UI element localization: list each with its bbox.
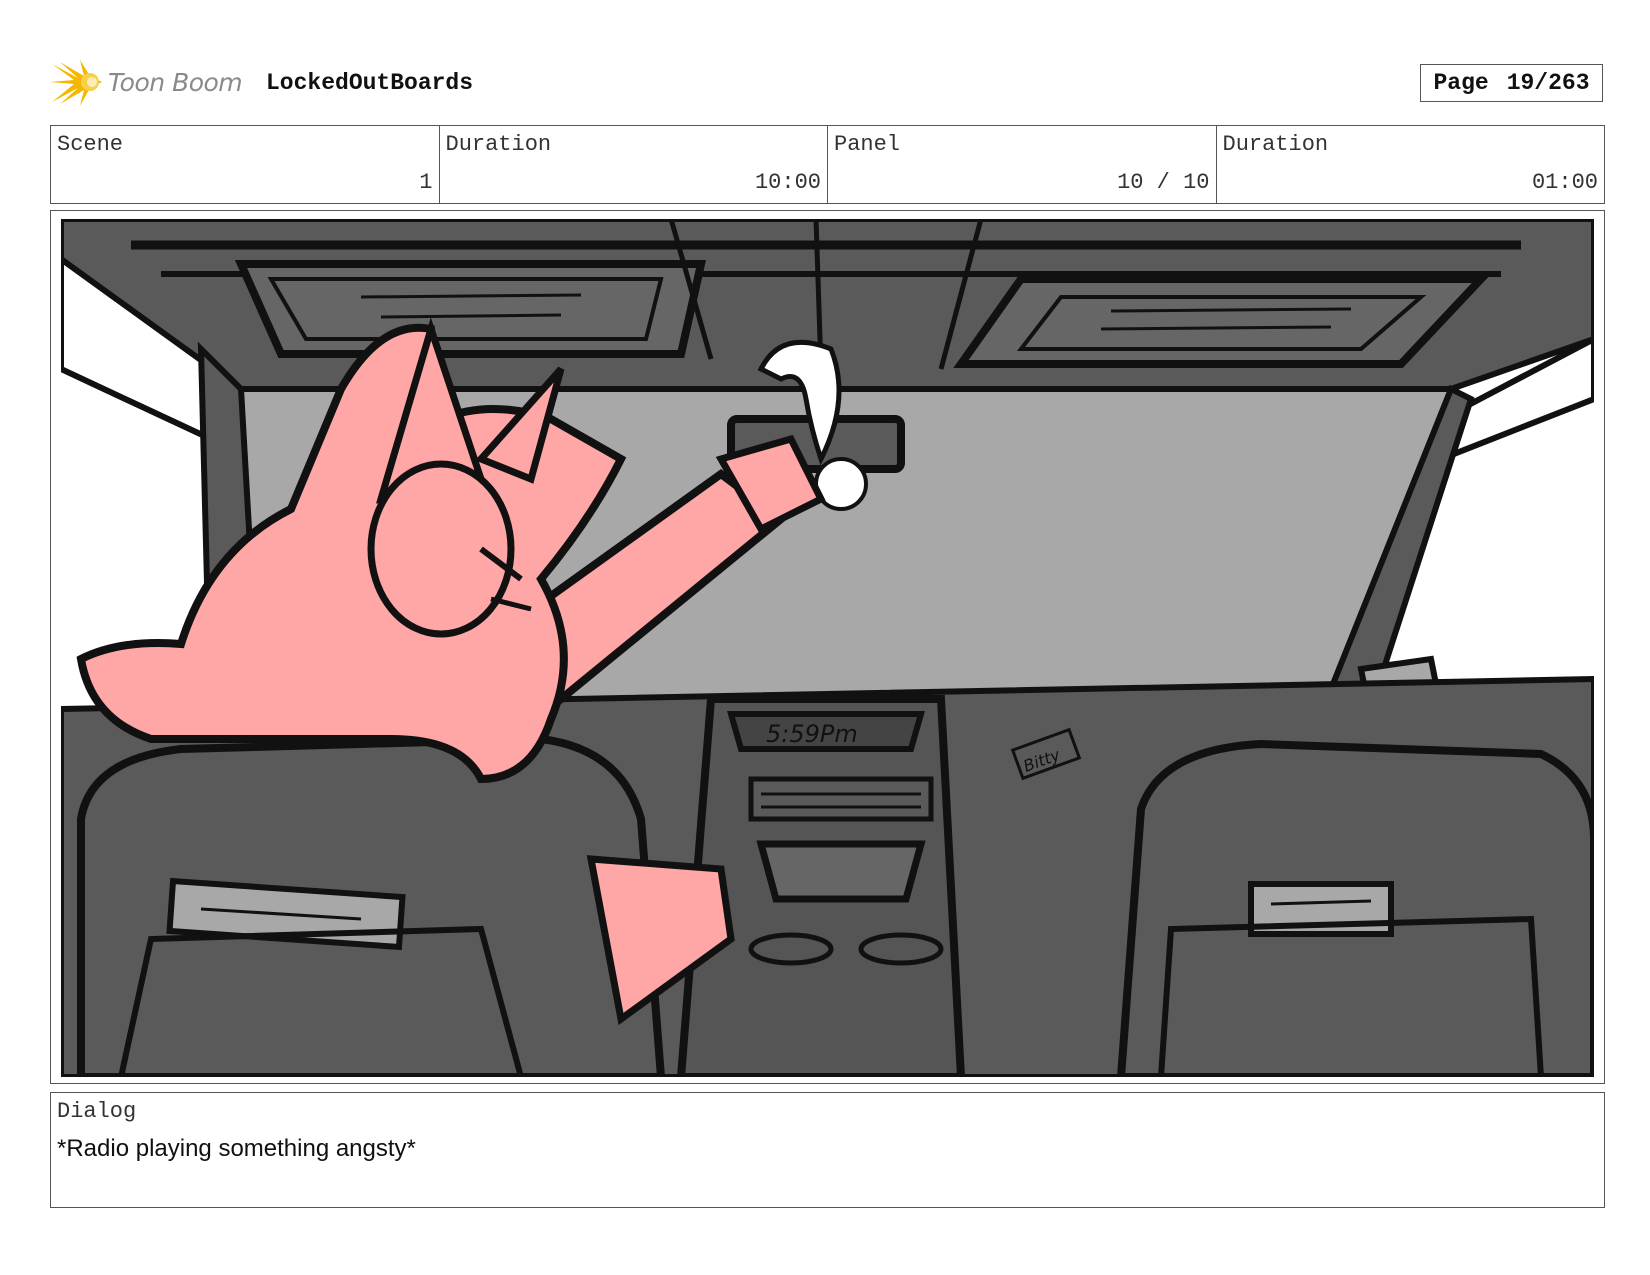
panel-duration-value: 01:00: [1531, 170, 1598, 195]
scene-duration-label: Duration: [445, 132, 552, 157]
scene-value: 1: [419, 170, 433, 195]
page-label: Page: [1433, 70, 1489, 96]
dashboard-clock: 5:59Pm: [766, 720, 858, 748]
dialog-label: Dialog: [57, 1099, 137, 1124]
toon-boom-logo: Toon Boom: [50, 58, 250, 108]
dialog-text: *Radio playing something angsty*: [57, 1135, 416, 1162]
panel-value: 10 / 10: [1117, 170, 1210, 195]
scene-duration-value: 10:00: [754, 170, 821, 195]
page-number: 19/263: [1506, 70, 1590, 96]
panel-cell: Panel 10 / 10: [828, 126, 1217, 203]
scene-label: Scene: [57, 132, 124, 157]
scene-cell: Scene 1: [51, 126, 440, 203]
scene-info-table: Scene 1 Duration 10:00 Panel 10 / 10 Dur…: [50, 125, 1605, 204]
project-title: LockedOutBoards: [266, 70, 474, 96]
logo-burst-icon: [50, 60, 102, 106]
panel-duration-cell: Duration 01:00: [1217, 126, 1605, 203]
scene-duration-cell: Duration 10:00: [440, 126, 828, 203]
page-indicator: Page 19/263: [1420, 64, 1603, 102]
storyboard-header: Toon Boom LockedOutBoards Page 19/263: [50, 58, 1605, 108]
storyboard-panel: 5:59Pm Bitty: [50, 210, 1605, 1084]
panel-label: Panel: [834, 132, 901, 157]
panel-artwork: 5:59Pm Bitty: [61, 219, 1594, 1077]
dialog-box: Dialog *Radio playing something angsty*: [50, 1092, 1605, 1208]
logo-wordmark: Toon Boom: [108, 68, 243, 97]
panel-duration-label: Duration: [1222, 132, 1329, 157]
